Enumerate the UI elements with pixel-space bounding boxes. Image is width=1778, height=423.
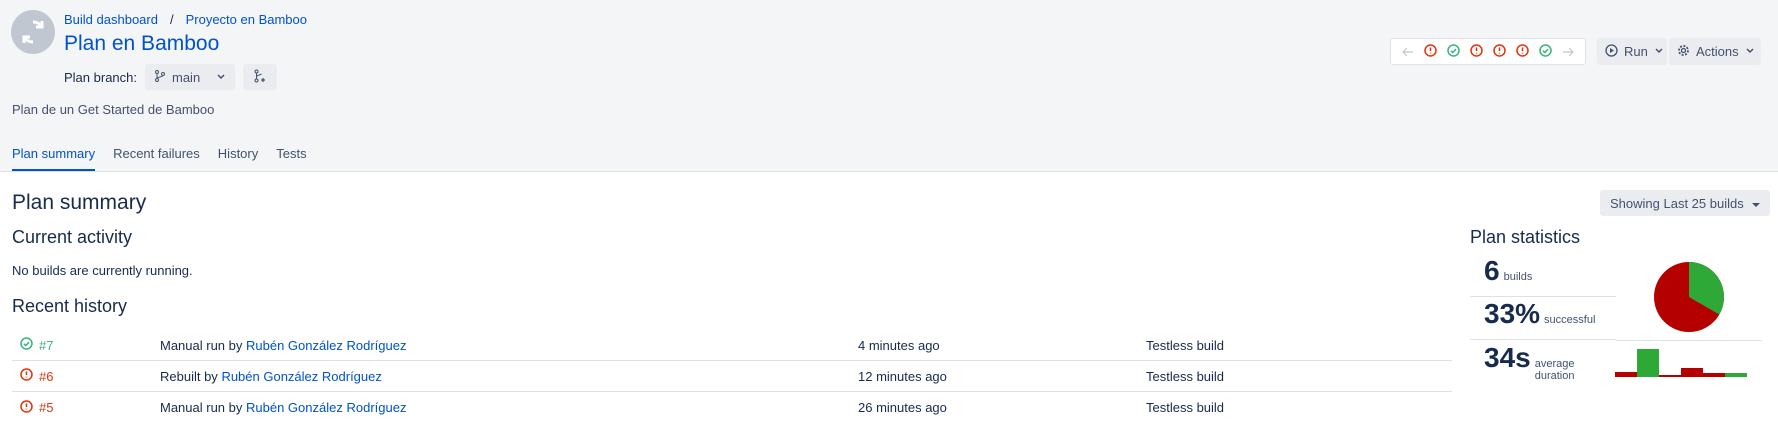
actions-button[interactable]: Actions <box>1669 38 1761 65</box>
duration-bar <box>1681 368 1703 377</box>
reason-text: Manual run by <box>160 400 243 415</box>
current-activity-heading: Current activity <box>12 227 133 247</box>
arrow-right-icon[interactable] <box>1562 44 1574 60</box>
build-failed-icon[interactable] <box>1516 43 1529 60</box>
stat-duration-label-line2: duration <box>1534 370 1575 383</box>
plan-tabs: Plan summary Recent failures History Tes… <box>12 146 307 171</box>
duration-bar <box>1637 349 1659 377</box>
stat-duration-label: average duration <box>1535 358 1575 382</box>
create-branch-button[interactable] <box>243 64 278 90</box>
build-number-link[interactable]: #7 <box>39 338 53 353</box>
duration-bar-chart <box>1615 349 1747 377</box>
branch-add-icon <box>253 69 267 86</box>
stats-divider <box>1616 340 1762 341</box>
play-icon <box>1605 43 1618 60</box>
plan-statistics-heading: Plan statistics <box>1470 227 1581 247</box>
stat-builds: 6 builds <box>1470 255 1616 297</box>
build-success-icon <box>20 337 33 353</box>
user-link[interactable]: Rubén González Rodríguez <box>221 369 381 384</box>
showing-builds-label: Showing Last 25 builds <box>1610 195 1744 211</box>
breadcrumb-project[interactable]: Proyecto en Bamboo <box>186 12 307 27</box>
build-success-icon[interactable] <box>1447 43 1460 60</box>
duration-bar <box>1703 373 1725 377</box>
tab-recent-failures[interactable]: Recent failures <box>113 146 200 171</box>
stat-duration-value: 34s <box>1484 342 1531 373</box>
branch-icon <box>154 69 166 85</box>
build-failed-icon[interactable] <box>1493 43 1506 60</box>
showing-builds-dropdown[interactable]: Showing Last 25 builds <box>1600 190 1770 216</box>
tab-history[interactable]: History <box>218 146 258 171</box>
success-pie-chart <box>1654 262 1724 332</box>
build-reason: Rebuilt by Rubén González Rodríguez <box>160 369 858 384</box>
build-status-strip <box>1390 38 1586 65</box>
table-row: #7 Manual run by Rubén González Rodrígue… <box>12 330 1452 361</box>
breadcrumb-separator: / <box>169 12 174 27</box>
gear-icon <box>1677 44 1690 60</box>
plan-branch-label: Plan branch: <box>64 69 137 85</box>
build-success-icon[interactable] <box>1539 43 1552 60</box>
duration-bar <box>1615 372 1637 377</box>
table-row: #6 Rebuilt by Rubén González Rodríguez 1… <box>12 361 1452 392</box>
breadcrumb-build-dashboard[interactable]: Build dashboard <box>64 12 158 27</box>
plan-header: Build dashboard / Proyecto en Bamboo Pla… <box>0 0 1778 172</box>
build-tests: Testless build <box>1146 337 1225 353</box>
caret-down-icon <box>1751 196 1760 211</box>
build-failed-icon <box>20 399 33 416</box>
build-failed-icon[interactable] <box>1424 43 1437 60</box>
plan-branch-row: Plan branch: main <box>64 64 278 90</box>
build-cell: #5 <box>12 399 160 416</box>
stat-duration: 34s average duration <box>1470 342 1616 384</box>
chevron-down-icon <box>1654 44 1664 59</box>
recent-history-heading: Recent history <box>12 296 128 316</box>
run-button[interactable]: Run <box>1597 38 1667 65</box>
stat-builds-label: builds <box>1503 271 1533 283</box>
arrow-left-icon[interactable] <box>1402 44 1414 60</box>
build-tests: Testless build <box>1146 400 1225 415</box>
current-activity-text: No builds are currently running. <box>12 263 193 278</box>
branch-select-value: main <box>172 69 201 85</box>
tab-plan-summary[interactable]: Plan summary <box>12 146 96 171</box>
plan-avatar-icon <box>11 10 55 54</box>
build-time: 26 minutes ago <box>858 400 947 415</box>
build-number-link[interactable]: #5 <box>39 400 53 415</box>
build-tests: Testless build <box>1146 368 1225 384</box>
user-link[interactable]: Rubén González Rodríguez <box>246 400 406 415</box>
chevron-down-icon <box>216 70 226 85</box>
plan-description: Plan de un Get Started de Bamboo <box>12 102 215 117</box>
build-failed-icon[interactable] <box>1470 43 1483 60</box>
build-reason: Manual run by Rubén González Rodríguez <box>160 338 858 353</box>
build-time: 4 minutes ago <box>858 337 940 353</box>
user-link[interactable]: Rubén González Rodríguez <box>246 338 406 353</box>
recent-history-table: #7 Manual run by Rubén González Rodrígue… <box>12 330 1452 423</box>
tab-tests[interactable]: Tests <box>276 146 306 171</box>
stat-successful-value: 33% <box>1484 298 1541 329</box>
build-time: 12 minutes ago <box>858 368 947 384</box>
page-title[interactable]: Plan en Bamboo <box>64 32 219 56</box>
build-failed-icon <box>20 368 33 384</box>
run-button-label: Run <box>1624 44 1648 59</box>
build-number-link[interactable]: #6 <box>39 369 53 384</box>
duration-bar <box>1659 375 1681 377</box>
branch-select[interactable]: main <box>145 64 236 90</box>
reason-text: Rebuilt by <box>160 368 218 384</box>
build-cell: #7 <box>12 337 160 353</box>
breadcrumb: Build dashboard / Proyecto en Bamboo <box>64 12 307 27</box>
stat-builds-value: 6 <box>1484 255 1500 286</box>
build-reason: Manual run by Rubén González Rodríguez <box>160 400 858 415</box>
stat-successful-label: successful <box>1544 314 1596 326</box>
stat-duration-label-line1: average <box>1534 358 1575 370</box>
reason-text: Manual run by <box>160 337 243 353</box>
actions-button-label: Actions <box>1696 44 1739 59</box>
chevron-down-icon <box>1745 44 1755 59</box>
duration-bar <box>1725 373 1747 377</box>
table-row: #5 Manual run by Rubén González Rodrígue… <box>12 392 1452 423</box>
build-cell: #6 <box>12 368 160 384</box>
stat-successful: 33% successful <box>1470 298 1616 340</box>
plan-summary-heading: Plan summary <box>12 191 147 214</box>
